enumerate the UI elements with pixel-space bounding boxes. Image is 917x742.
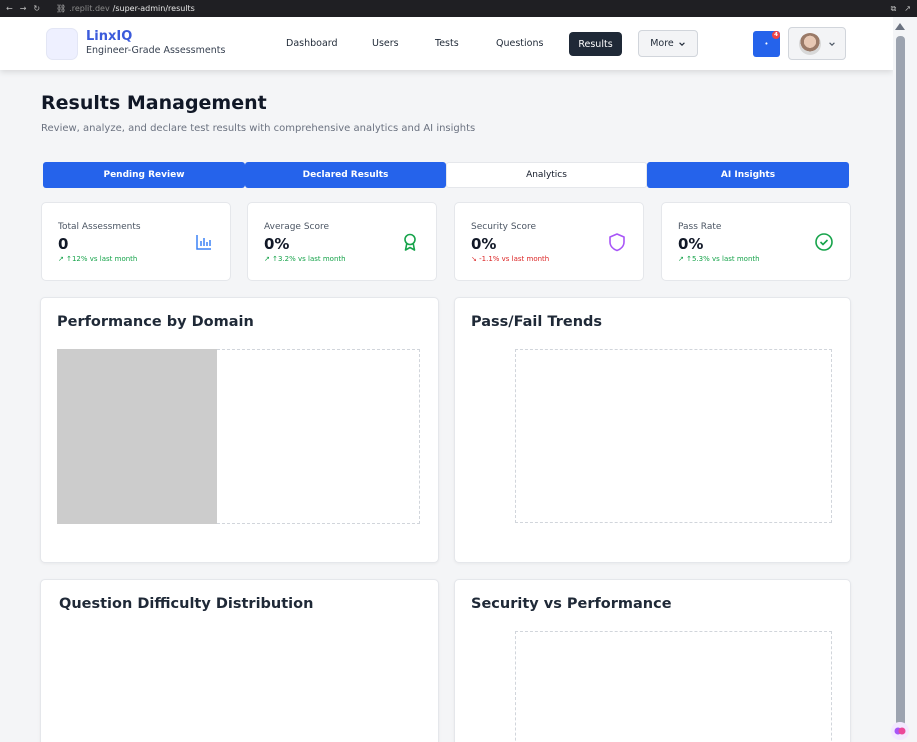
more-menu-button[interactable]: More bbox=[638, 30, 698, 57]
forward-icon[interactable]: → bbox=[20, 4, 27, 13]
logo[interactable] bbox=[46, 28, 78, 60]
trend-up-icon: ↗ bbox=[264, 255, 270, 263]
more-label: More bbox=[650, 38, 674, 49]
chevron-down-icon bbox=[828, 41, 835, 46]
panel-performance-by-domain: Performance by Domain bbox=[40, 297, 439, 563]
brand-tagline: Engineer-Grade Assessments bbox=[86, 45, 226, 56]
stat-change-text: ↑5.3% vs last month bbox=[686, 255, 760, 263]
nav-users[interactable]: Users bbox=[372, 38, 399, 49]
chevron-down-icon bbox=[678, 41, 685, 46]
chart-area bbox=[515, 631, 832, 742]
stat-label: Average Score bbox=[264, 222, 330, 232]
stat-change: ↗ ↑12% vs last month bbox=[58, 255, 137, 263]
app-header: LinxIQ Engineer-Grade Assessments Dashbo… bbox=[0, 17, 893, 70]
browser-bar: ← → ↻ ⛓ .replit.dev/super-admin/results … bbox=[0, 0, 917, 17]
stat-change-text: -1.1% vs last month bbox=[479, 255, 550, 263]
avatar bbox=[798, 32, 821, 55]
stat-value: 0% bbox=[471, 235, 497, 253]
page-subtitle: Review, analyze, and declare test result… bbox=[41, 123, 476, 134]
panel-title: Pass/Fail Trends bbox=[471, 314, 603, 330]
brand: LinxIQ Engineer-Grade Assessments bbox=[86, 29, 225, 58]
url-path: /super-admin/results bbox=[112, 4, 195, 13]
stat-value: 0% bbox=[264, 235, 290, 253]
bar-chart-icon bbox=[196, 235, 211, 250]
stat-value: 0 bbox=[58, 235, 69, 253]
chart-placeholder bbox=[57, 349, 217, 524]
browser-nav: ← → ↻ bbox=[0, 4, 56, 13]
stat-change: ↗ ↑5.3% vs last month bbox=[678, 255, 760, 263]
notification-badge: 4 bbox=[772, 31, 780, 39]
stat-label: Pass Rate bbox=[678, 222, 722, 232]
nav-results[interactable]: Results bbox=[569, 32, 622, 56]
panel-title: Performance by Domain bbox=[57, 314, 254, 330]
bell-icon: • bbox=[764, 40, 769, 48]
panel-title: Security vs Performance bbox=[471, 596, 672, 612]
trend-up-icon: ↗ bbox=[58, 255, 64, 263]
brand-name: LinxIQ bbox=[86, 29, 133, 44]
tab-declared-results[interactable]: Declared Results bbox=[245, 162, 446, 188]
browser-actions: ⧉ ↗ bbox=[891, 4, 917, 14]
stat-card-security-score: Security Score 0% ↘ -1.1% vs last month bbox=[454, 202, 644, 281]
panel-pass-fail-trends: Pass/Fail Trends bbox=[454, 297, 851, 563]
back-icon[interactable]: ← bbox=[6, 4, 13, 13]
link-icon: ⛓ bbox=[56, 4, 67, 13]
award-icon bbox=[404, 233, 416, 251]
open-external-icon[interactable]: ↗ bbox=[904, 4, 911, 14]
split-view-icon[interactable]: ⧉ bbox=[891, 4, 897, 14]
stat-card-pass-rate: Pass Rate 0% ↗ ↑5.3% vs last month bbox=[661, 202, 851, 281]
scroll-up-arrow[interactable] bbox=[895, 23, 905, 30]
shield-icon bbox=[609, 233, 625, 252]
tab-analytics[interactable]: Analytics bbox=[446, 162, 647, 188]
nav-questions[interactable]: Questions bbox=[496, 38, 543, 49]
panel-question-difficulty: Question Difficulty Distribution bbox=[40, 579, 439, 742]
assistant-fab[interactable] bbox=[891, 722, 909, 740]
scroll-thumb[interactable] bbox=[896, 36, 905, 726]
trend-up-icon: ↗ bbox=[678, 255, 684, 263]
reload-icon[interactable]: ↻ bbox=[33, 4, 40, 13]
check-circle-icon bbox=[815, 233, 833, 251]
panel-title: Question Difficulty Distribution bbox=[59, 596, 314, 612]
stat-label: Total Assessments bbox=[58, 222, 141, 232]
stat-change: ↗ ↑3.2% vs last month bbox=[264, 255, 346, 263]
tab-pending-review[interactable]: Pending Review bbox=[43, 162, 245, 188]
panel-security-vs-performance: Security vs Performance bbox=[454, 579, 851, 742]
page-title: Results Management bbox=[41, 92, 267, 114]
stat-label: Security Score bbox=[471, 222, 537, 232]
nav-dashboard[interactable]: Dashboard bbox=[286, 38, 338, 49]
chart-area bbox=[515, 349, 832, 523]
stat-card-average-score: Average Score 0% ↗ ↑3.2% vs last month bbox=[247, 202, 437, 281]
stat-change-text: ↑12% vs last month bbox=[66, 255, 138, 263]
tab-ai-insights[interactable]: AI Insights bbox=[647, 162, 849, 188]
trend-down-icon: ↘ bbox=[471, 255, 477, 263]
stat-change-text: ↑3.2% vs last month bbox=[272, 255, 346, 263]
nav-tests[interactable]: Tests bbox=[435, 38, 459, 49]
stat-value: 0% bbox=[678, 235, 704, 253]
brain-icon bbox=[894, 727, 906, 735]
url-host: .replit.dev bbox=[69, 4, 110, 13]
stat-card-total-assessments: Total Assessments 0 ↗ ↑12% vs last month bbox=[41, 202, 231, 281]
address-bar[interactable]: ⛓ .replit.dev/super-admin/results bbox=[56, 4, 195, 13]
user-menu-button[interactable] bbox=[788, 27, 846, 60]
stat-change: ↘ -1.1% vs last month bbox=[471, 255, 549, 263]
